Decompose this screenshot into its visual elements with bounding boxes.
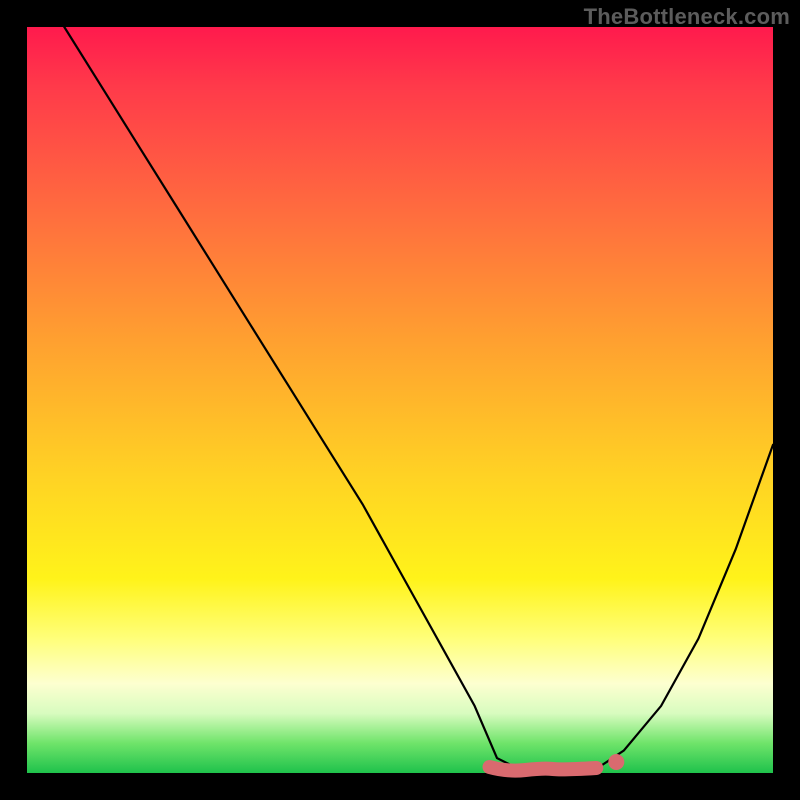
watermark-text: TheBottleneck.com <box>584 4 790 30</box>
bottleneck-chart-svg <box>27 27 773 773</box>
bottleneck-curve <box>64 27 773 773</box>
chart-frame: TheBottleneck.com <box>0 0 800 800</box>
optimal-range-marker <box>490 767 597 771</box>
plot-area <box>27 27 773 773</box>
optimal-range-end-dot <box>608 754 624 770</box>
